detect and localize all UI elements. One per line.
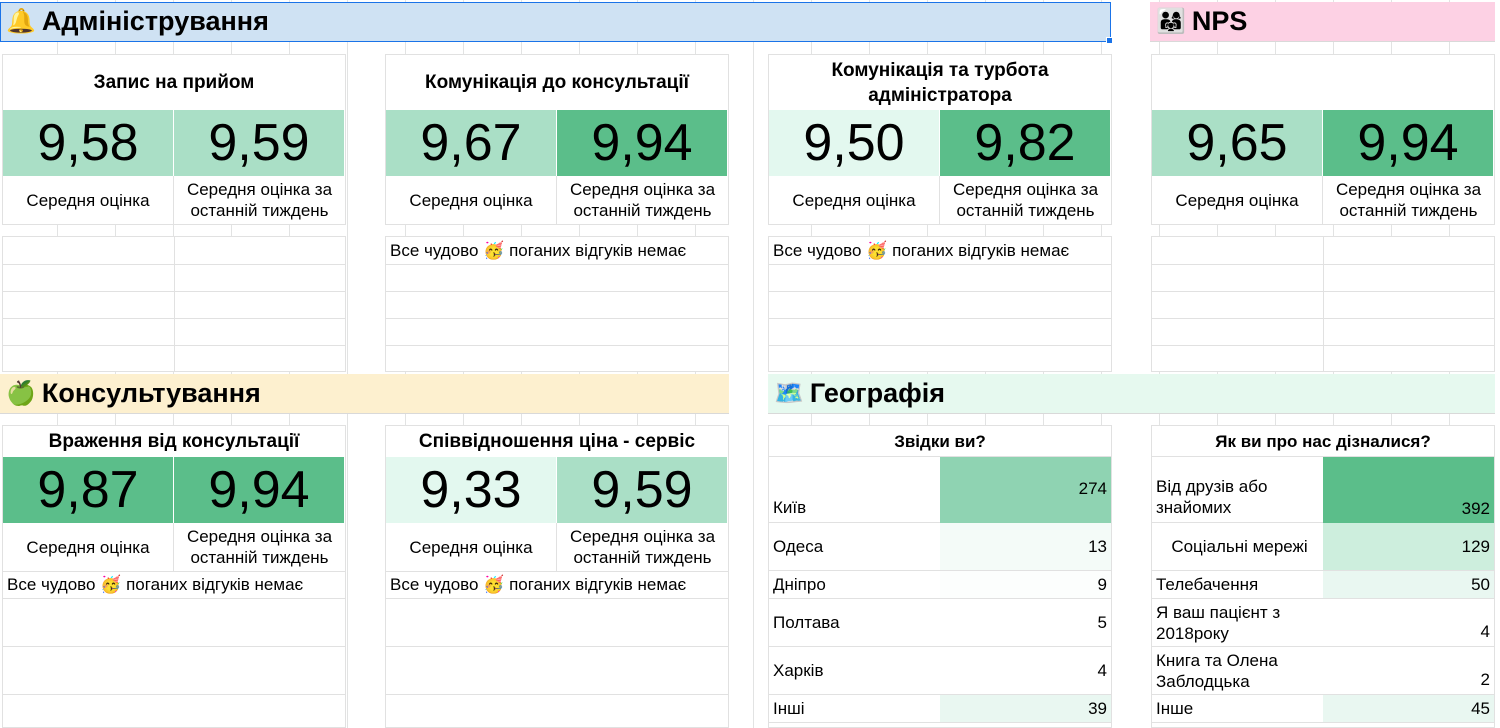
card-title: Запис на прийом bbox=[93, 72, 255, 93]
geo-row-label: Дніпро bbox=[769, 571, 940, 599]
notes-area-admin-care: Все чудово 🥳 поганих відгуків немає bbox=[768, 236, 1112, 372]
week-score: 9,94 bbox=[1323, 110, 1494, 176]
week-caption: Середня оцінка за останній тиждень bbox=[186, 527, 333, 567]
source-table: Як ви про нас дізналися? Від друзів або … bbox=[1151, 425, 1495, 728]
avg-caption: Середня оцінка bbox=[769, 176, 940, 224]
avg-score: 9,65 bbox=[1152, 110, 1323, 176]
geo-table-title: Звідки ви? bbox=[769, 426, 1111, 457]
geo-row-value: 5 bbox=[940, 599, 1111, 647]
avg-score: 9,58 bbox=[3, 110, 174, 176]
geo-row-label: Одеса bbox=[769, 523, 940, 571]
consult-section-header: 🍏 Консультування bbox=[0, 374, 729, 414]
card-price-service: Співвідношення ціна - сервіс 9,33 9,59 С… bbox=[385, 425, 729, 728]
card-appointment: Запис на прийом 9,58 9,59 Середня оцінка… bbox=[2, 54, 346, 225]
avg-score: 9,50 bbox=[769, 110, 940, 176]
avg-caption: Середня оцінка bbox=[3, 176, 174, 224]
week-caption: Середня оцінка за останній тиждень bbox=[569, 180, 716, 220]
source-row-value: 4 bbox=[1323, 599, 1494, 647]
apple-icon: 🍏 bbox=[6, 380, 36, 407]
week-caption: Середня оцінка за останній тиждень bbox=[186, 180, 333, 220]
map-icon: 🗺️ bbox=[774, 380, 804, 407]
geo-row-value: 39 bbox=[940, 695, 1111, 723]
selected-cell-range[interactable] bbox=[0, 2, 1111, 42]
geo-row-label: Полтава bbox=[769, 599, 940, 647]
consult-section-title: Консультування bbox=[41, 378, 261, 408]
family-icon: 👨‍👩‍👧 bbox=[1156, 8, 1186, 35]
geo-section-title: Географія bbox=[809, 378, 945, 408]
source-row-label: Від друзів або знайомих bbox=[1152, 457, 1323, 523]
feedback-note: Все чудово 🥳 поганих відгуків немає bbox=[769, 237, 1111, 265]
source-row-label: Книга та Олена Заблодцька bbox=[1152, 647, 1323, 695]
feedback-note: Все чудово 🥳 поганих відгуків немає bbox=[3, 571, 345, 599]
source-row-label: Телебачення bbox=[1152, 571, 1323, 599]
week-caption: Середня оцінка за останній тиждень bbox=[952, 180, 1099, 220]
source-row-value: 50 bbox=[1323, 571, 1494, 599]
week-score: 9,82 bbox=[940, 110, 1111, 176]
geo-row-value: 274 bbox=[940, 457, 1111, 523]
card-title: Співвідношення ціна - сервіс bbox=[418, 431, 696, 452]
selection-fill-handle[interactable] bbox=[1106, 37, 1113, 44]
geo-row-value: 4 bbox=[940, 647, 1111, 695]
week-caption: Середня оцінка за останній тиждень bbox=[569, 527, 716, 567]
geo-row-value: 9 bbox=[940, 571, 1111, 599]
source-row-value: 129 bbox=[1323, 523, 1494, 571]
nps-section-header: 👨‍👩‍👧 NPS bbox=[1150, 2, 1495, 42]
notes-area-nps bbox=[1151, 236, 1495, 372]
geo-table: Звідки ви? Київ 274 Одеса 13 Дніпро 9 По… bbox=[768, 425, 1112, 728]
geo-row-label: Київ bbox=[769, 457, 940, 523]
notes-area-pre-consult: Все чудово 🥳 поганих відгуків немає bbox=[385, 236, 729, 372]
card-title: Комунікація до консультації bbox=[425, 72, 689, 93]
geo-row-label: Інші bbox=[769, 695, 940, 723]
feedback-note: Все чудово 🥳 поганих відгуків немає bbox=[386, 571, 728, 599]
card-consult-impression: Враження від консультації 9,87 9,94 Сере… bbox=[2, 425, 346, 728]
week-score: 9,59 bbox=[557, 457, 728, 523]
source-row-label: Я ваш пацієнт з 2018року bbox=[1152, 599, 1323, 647]
source-row-value: 392 bbox=[1323, 457, 1494, 523]
feedback-note: Все чудово 🥳 поганих відгуків немає bbox=[386, 237, 728, 265]
geo-row-label: Харків bbox=[769, 647, 940, 695]
nps-section-title: NPS bbox=[1191, 6, 1248, 36]
source-table-title: Як ви про нас дізналися? bbox=[1152, 426, 1494, 457]
week-score: 9,94 bbox=[557, 110, 728, 176]
source-row-value: 2 bbox=[1323, 647, 1494, 695]
geo-row-value: 13 bbox=[940, 523, 1111, 571]
card-admin-care: Комунікація та турбота адміністратора 9,… bbox=[768, 54, 1112, 225]
card-title: Комунікація та турбота адміністратора bbox=[831, 59, 1049, 106]
geo-section-header: 🗺️ Географія bbox=[768, 374, 1495, 414]
avg-caption: Середня оцінка bbox=[3, 523, 174, 571]
source-row-value: 45 bbox=[1323, 695, 1494, 723]
week-score: 9,59 bbox=[174, 110, 345, 176]
card-pre-consult-communication: Комунікація до консультації 9,67 9,94 Се… bbox=[385, 54, 729, 225]
avg-score: 9,33 bbox=[386, 457, 557, 523]
avg-caption: Середня оцінка bbox=[386, 523, 557, 571]
source-row-label: Інше bbox=[1152, 695, 1323, 723]
avg-caption: Середня оцінка bbox=[386, 176, 557, 224]
avg-score: 9,87 bbox=[3, 457, 174, 523]
notes-area-appointment bbox=[2, 236, 346, 372]
avg-score: 9,67 bbox=[386, 110, 557, 176]
source-row-label: Соціальні мережі bbox=[1152, 523, 1323, 571]
card-nps: 9,65 9,94 Середня оцінка Середня оцінка … bbox=[1151, 54, 1495, 225]
card-title: Враження від консультації bbox=[48, 431, 300, 452]
avg-caption: Середня оцінка bbox=[1152, 176, 1323, 224]
week-caption: Середня оцінка за останній тиждень bbox=[1335, 180, 1482, 220]
week-score: 9,94 bbox=[174, 457, 345, 523]
